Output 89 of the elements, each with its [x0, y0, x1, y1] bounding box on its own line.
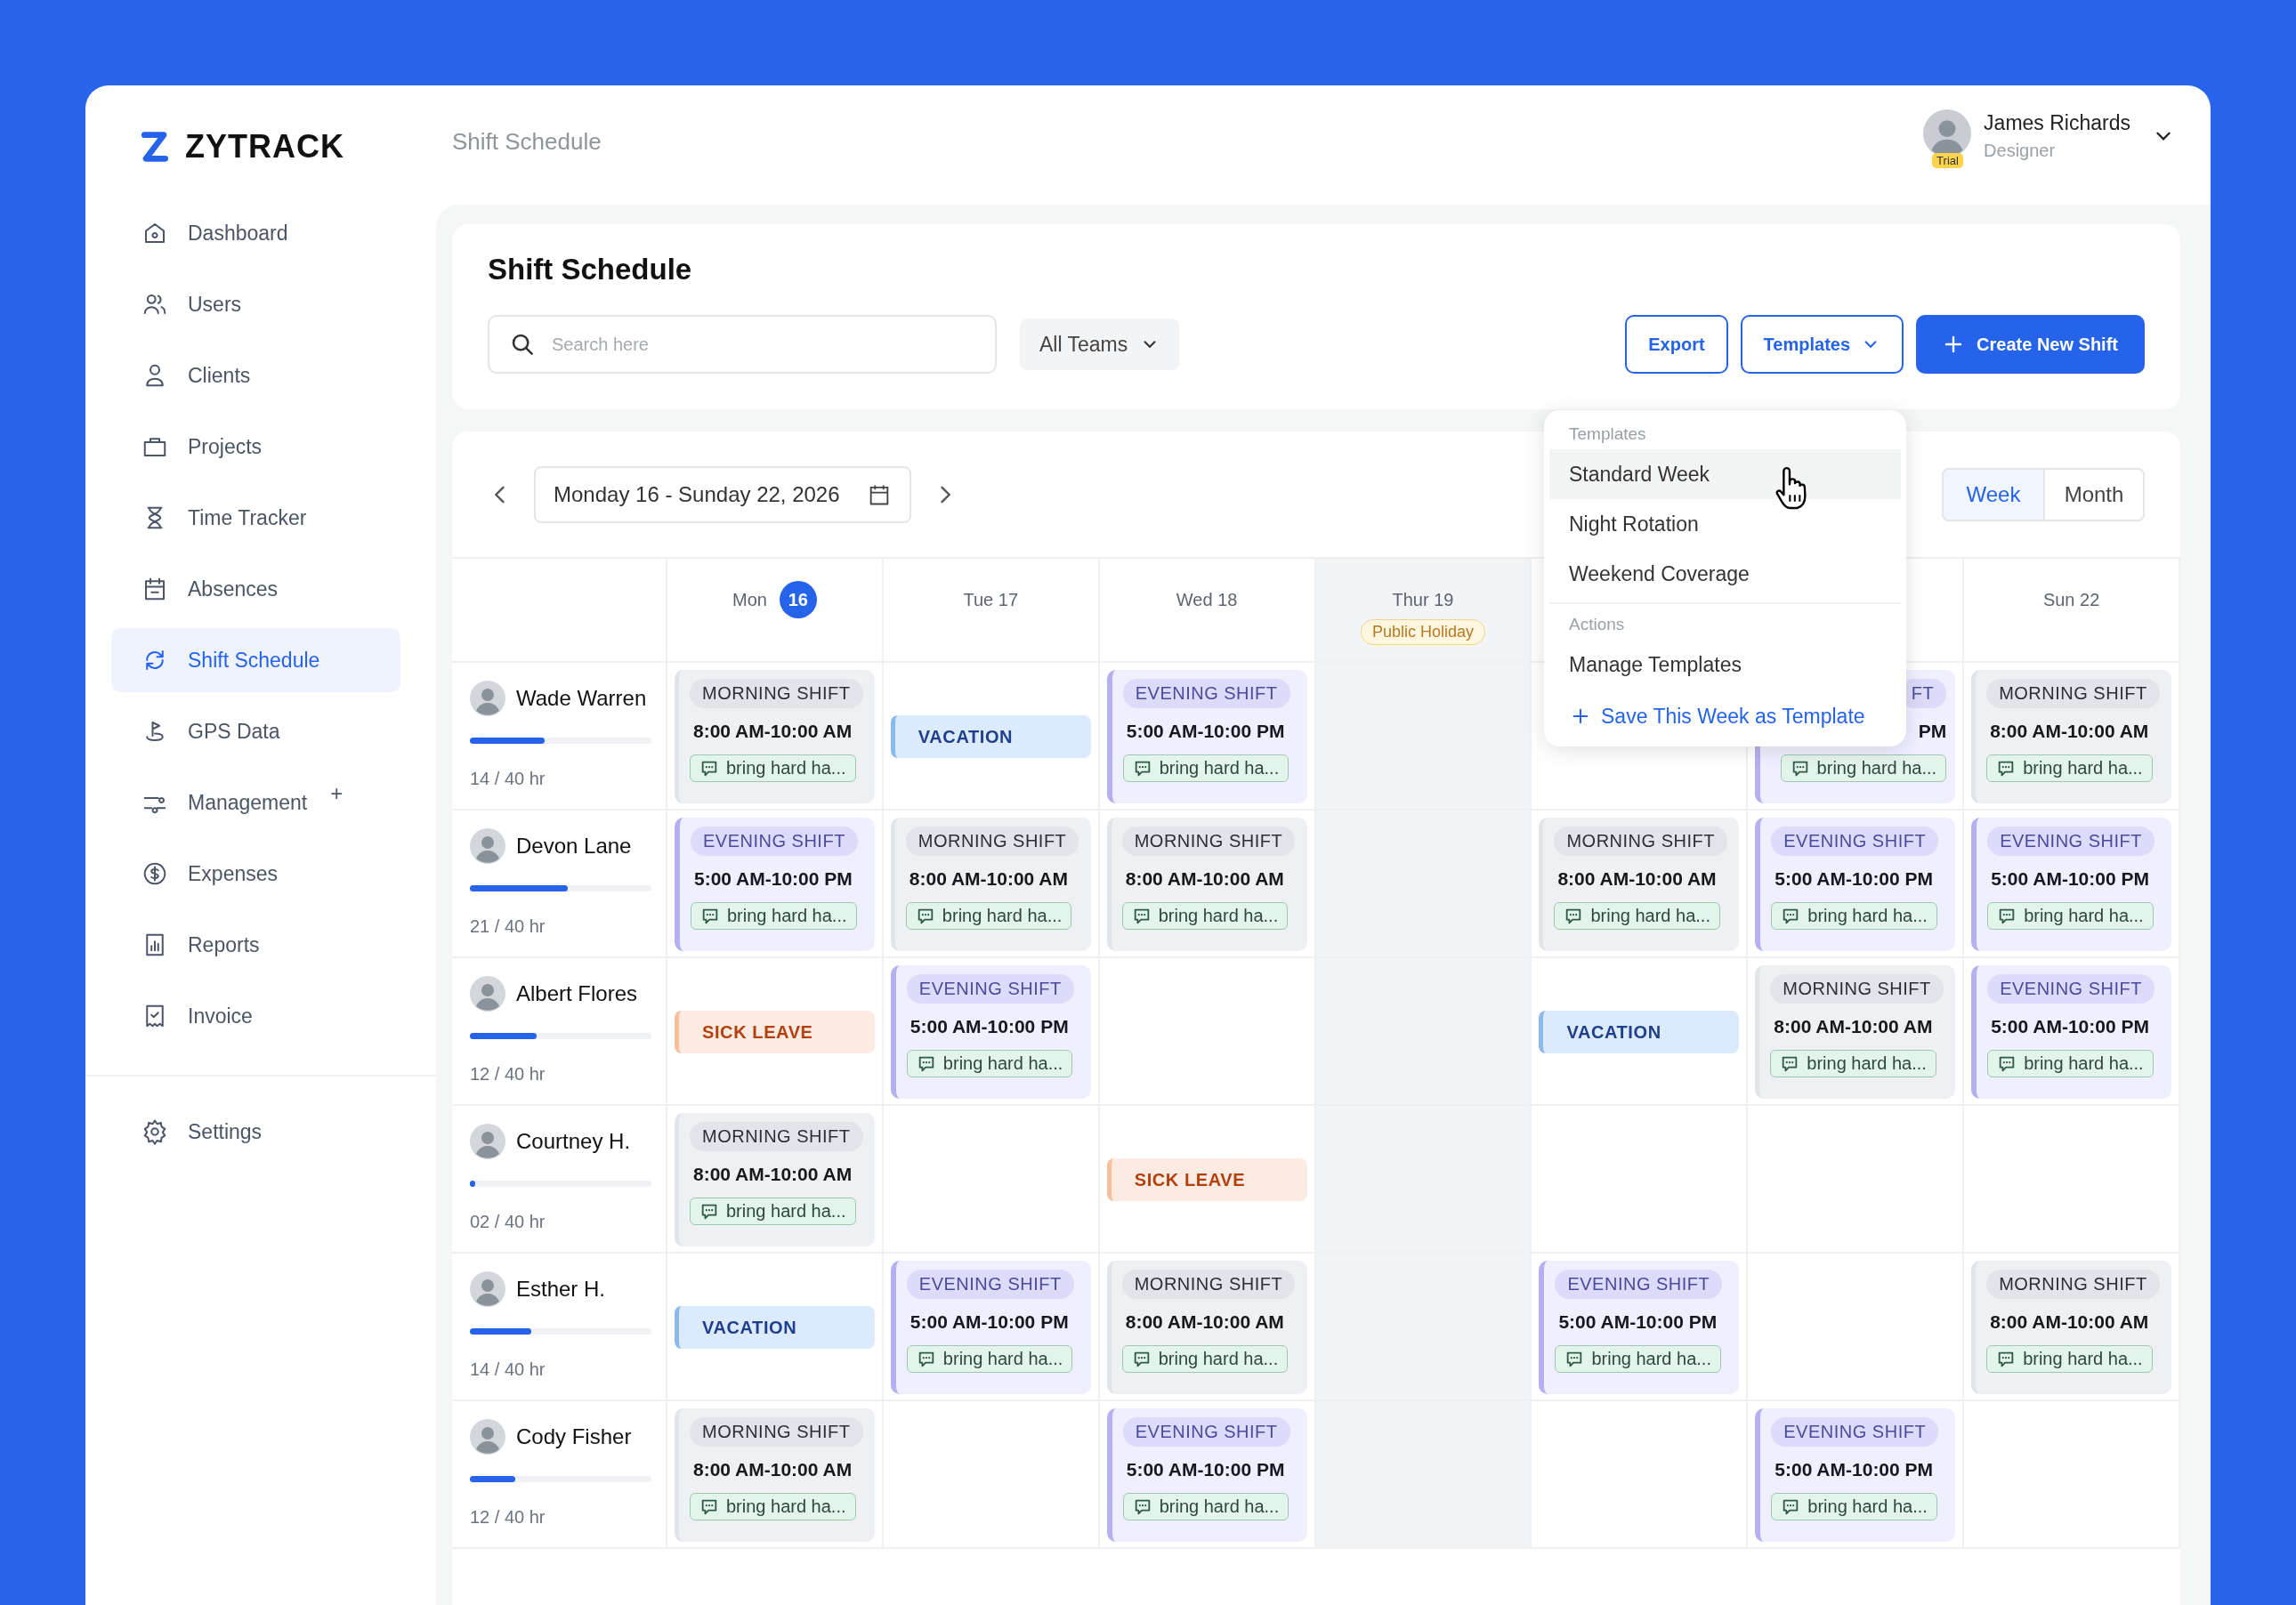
day-header: Tue 17: [963, 589, 1019, 610]
shift-type-label: MORNING SHIFT: [690, 679, 863, 708]
logo-text: ZYTRACK: [185, 128, 344, 165]
shift-time: 8:00 AM-10:00 AM: [1989, 1311, 2149, 1333]
day-header: Sun 22: [2042, 589, 2100, 610]
shift-time: 8:00 AM-10:00 AM: [692, 1459, 853, 1480]
hours-text: 12 / 40 hr: [470, 1507, 546, 1528]
employee-name: Esther H.: [516, 1277, 606, 1302]
hours-text: 21 / 40 hr: [470, 916, 546, 937]
shift-time: 8:00 AM-10:00 AM: [1773, 1016, 1933, 1037]
shift-type-label: MORNING SHIFT: [1121, 827, 1296, 856]
page-title: Shift Schedule: [488, 253, 693, 286]
shift-time: 8:00 AM-10:00 AM: [1556, 868, 1717, 890]
shift-time: 5:00 AM-10:00 PM: [1990, 1016, 2149, 1037]
user-role: Designer: [1984, 141, 2057, 161]
shift-type-label: MORNING SHIFT: [1986, 1270, 2160, 1299]
shift-type-label: EVENING SHIFT: [1122, 679, 1290, 708]
shift-time: 5:00 AM-10:00 PM: [1557, 1311, 1718, 1333]
shift-time: 8:00 AM-10:00 AM: [692, 1164, 853, 1185]
note-chip: bring hard ha...: [1555, 1345, 1721, 1373]
note-chip: bring hard ha...: [1122, 1493, 1289, 1520]
shift-type-label: EVENING SHIFT: [906, 974, 1074, 1004]
shift-type-label: MORNING SHIFT: [1770, 974, 1944, 1004]
shift-time: 5:00 AM-10:00 PM: [693, 868, 853, 890]
menu-section-heading: Actions: [1568, 614, 1626, 635]
shift-time: 5:00 AM-10:00 PM: [1990, 868, 2149, 890]
note-chip: bring hard ha...: [1122, 754, 1289, 782]
shift-time: 5:00 AM-10:00 PM: [1774, 868, 1934, 890]
shift-type-label: EVENING SHIFT: [1987, 827, 2155, 856]
note-chip: bring hard ha...: [1554, 902, 1720, 930]
note-chip: bring hard ha...: [1780, 754, 1947, 782]
employee-name: Courtney H.: [516, 1129, 631, 1154]
hours-text: 14 / 40 hr: [470, 1359, 546, 1380]
date-badge: 16: [779, 581, 817, 618]
shift-time: 5:00 AM-10:00 PM: [1125, 721, 1285, 742]
employee-name: Cody Fisher: [516, 1424, 632, 1449]
shift-type-label: MORNING SHIFT: [905, 827, 1079, 856]
hours-text: 14 / 40 hr: [470, 769, 546, 789]
shift-time: 5:00 AM-10:00 PM: [909, 1311, 1069, 1333]
day-header: Wed 18: [1176, 589, 1238, 610]
shift-time: 8:00 AM-10:00 AM: [1124, 868, 1284, 890]
note-chip: bring hard ha...: [691, 902, 857, 930]
note-chip: bring hard ha...: [1771, 1493, 1937, 1520]
hours-text: 02 / 40 hr: [470, 1212, 546, 1232]
note-chip: bring hard ha...: [905, 902, 1072, 930]
note-chip: bring hard ha...: [906, 1050, 1073, 1077]
shift-type-label: EVENING SHIFT: [906, 1270, 1074, 1299]
shift-type-label: MORNING SHIFT: [690, 1417, 863, 1447]
employee-name: Wade Warren: [516, 686, 647, 711]
trial-badge: Trial: [1932, 153, 1963, 168]
shift-time: 8:00 AM-10:00 AM: [692, 721, 853, 742]
shift-type-label: MORNING SHIFT: [690, 1122, 863, 1151]
shift-time: 8:00 AM-10:00 AM: [908, 868, 1068, 890]
note-chip: bring hard ha...: [1770, 1050, 1936, 1077]
shift-time: 8:00 AM-10:00 AM: [1989, 721, 2149, 742]
note-chip: bring hard ha...: [1121, 1345, 1289, 1373]
shift-type-label: MORNING SHIFT: [1554, 827, 1727, 856]
shift-type-label: EVENING SHIFT: [1771, 1417, 1939, 1447]
breadcrumb: Shift Schedule: [452, 127, 602, 156]
employee-name: Devon Lane: [516, 834, 632, 859]
shift-type-label: MORNING SHIFT: [1121, 1270, 1296, 1299]
shift-time: PM: [1917, 721, 1947, 742]
shift-type-label: EVENING SHIFT: [1122, 1417, 1290, 1447]
shift-type-label: EVENING SHIFT: [1771, 827, 1939, 856]
shift-type-label: MORNING SHIFT: [1986, 679, 2160, 708]
shift-type-label: EVENING SHIFT: [691, 827, 858, 856]
shift-time: 5:00 AM-10:00 PM: [909, 1016, 1069, 1037]
note-chip: bring hard ha...: [690, 754, 856, 782]
note-chip: bring hard ha...: [1986, 754, 2153, 782]
note-chip: bring hard ha...: [1771, 902, 1937, 930]
employee-name: Albert Flores: [516, 981, 638, 1006]
shift-type-label: EVENING SHIFT: [1987, 974, 2155, 1004]
note-chip: bring hard ha...: [906, 1345, 1073, 1373]
menu-section-heading: Templates: [1568, 423, 1647, 445]
hours-text: 12 / 40 hr: [470, 1064, 546, 1085]
note-chip: bring hard ha...: [690, 1493, 856, 1520]
day-header: Thur 19: [1392, 589, 1454, 610]
note-chip: bring hard ha...: [1986, 1345, 2153, 1373]
note-chip: bring hard ha...: [1987, 902, 2154, 930]
note-chip: bring hard ha...: [690, 1198, 856, 1225]
shift-time: 5:00 AM-10:00 PM: [1125, 1459, 1285, 1480]
shift-time: 5:00 AM-10:00 PM: [1774, 1459, 1934, 1480]
holiday-tag: Public Holiday: [1360, 619, 1485, 645]
shift-time: 8:00 AM-10:00 AM: [1124, 1311, 1284, 1333]
note-chip: bring hard ha...: [1987, 1050, 2154, 1077]
user-name: James Richards: [1984, 111, 2130, 135]
note-chip: bring hard ha...: [1121, 902, 1289, 930]
shift-type-label: EVENING SHIFT: [1555, 1270, 1723, 1299]
day-header: Mon: [732, 589, 767, 610]
